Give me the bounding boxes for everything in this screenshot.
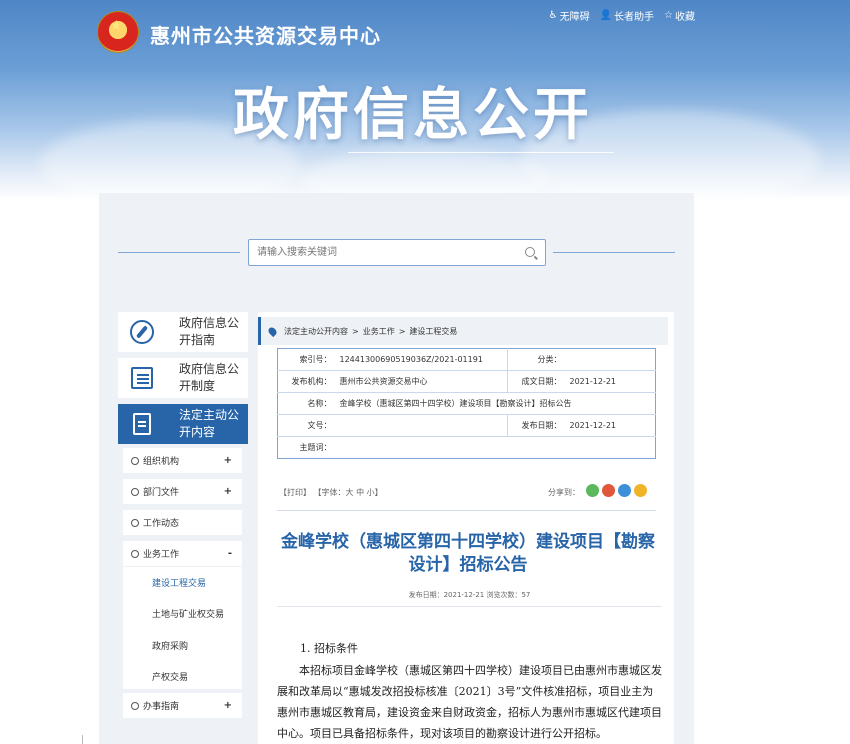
submenu-item-construction[interactable]: 建设工程交易 — [152, 576, 206, 589]
breadcrumb-separator: > — [352, 326, 359, 336]
list-icon — [131, 367, 153, 389]
expand-toggle[interactable]: + — [224, 455, 232, 466]
published-date-value: 2021-12-21 — [565, 414, 656, 437]
article-title: 金峰学校（惠城区第四十四学校）建设项目【勘察设计】招标公告 — [281, 532, 655, 575]
site-name[interactable]: 惠州市公共资源交易中心 — [150, 20, 381, 49]
published-date-label: 发布日期： — [507, 414, 566, 437]
print-button[interactable]: 【打印】 — [279, 488, 311, 497]
breadcrumb-item[interactable]: 法定主动公开内容 — [284, 326, 348, 337]
search-divider-right — [553, 252, 675, 253]
bullet-icon — [131, 487, 139, 496]
weibo-icon[interactable] — [602, 484, 615, 497]
nav-card-active-content[interactable]: 法定主动公开内容 — [118, 404, 248, 444]
bullet-icon — [131, 549, 139, 558]
index-label: 索引号： — [299, 355, 332, 364]
search-divider-left — [118, 252, 240, 253]
compass-icon — [130, 320, 154, 344]
page-title: 政府信息公开 — [233, 83, 593, 148]
breadcrumb-separator: > — [398, 326, 406, 336]
nav-card-label: 法定主动公开内容 — [179, 408, 240, 439]
divider — [277, 510, 656, 511]
section-heading: 1. 招标条件 — [300, 642, 358, 655]
qq-icon[interactable] — [618, 484, 631, 497]
menu-item-label: 组织机构 — [143, 457, 180, 467]
org-value: 惠州市公共资源交易中心 — [335, 370, 508, 393]
collapse-toggle[interactable]: - — [228, 548, 232, 559]
bullet-icon — [131, 701, 139, 710]
menu-item-label: 工作动态 — [143, 519, 180, 529]
accessibility-link[interactable]: ♿ 无障碍 — [549, 8, 590, 23]
submenu-item-land-mining[interactable]: 土地与矿业权交易 — [152, 607, 224, 620]
divider — [82, 735, 83, 744]
national-emblem-icon — [98, 12, 138, 52]
share-label: 分享到： — [548, 488, 580, 497]
docno-value — [335, 414, 508, 437]
elder-mode-link[interactable]: 👤 长者助手 — [600, 8, 654, 23]
top-links: ♿ 无障碍 👤 长者助手 ☆ 收藏 — [549, 8, 695, 23]
menu-item-business[interactable]: 业务工作 - — [123, 541, 242, 566]
font-size-selector[interactable]: 【字体：大 中 小】 — [314, 488, 383, 497]
expand-toggle[interactable]: + — [224, 700, 232, 711]
expand-toggle[interactable]: + — [224, 486, 232, 497]
menu-item-label: 办事指南 — [143, 702, 180, 712]
subject-label: 主题词： — [277, 436, 336, 459]
article-paragraph: 本招标项目金峰学校（惠城区第四十四学校）建设项目已由惠州市惠城区发展和改革局以“… — [277, 664, 662, 740]
qzone-icon[interactable] — [634, 484, 647, 497]
menu-item-work-news[interactable]: 工作动态 — [123, 510, 242, 535]
bullet-icon — [131, 456, 139, 465]
document-meta-table: 索引号： 12441300690519036Z/2021-01191 分类： 发… — [277, 348, 656, 459]
menu-item-department-files[interactable]: 部门文件 + — [123, 479, 242, 504]
org-label: 发布机构： — [277, 370, 336, 393]
bullet-icon — [131, 518, 139, 527]
search-input[interactable] — [249, 240, 509, 265]
category-label: 分类： — [507, 348, 566, 371]
subject-value — [335, 436, 656, 459]
nav-card-rules[interactable]: 政府信息公开制度 — [118, 358, 248, 398]
submenu-item-property[interactable]: 产权交易 — [152, 670, 188, 683]
bookmark-link[interactable]: ☆ 收藏 — [664, 8, 695, 23]
share-icons — [586, 484, 647, 497]
nav-card-label: 政府信息公开指南 — [179, 316, 240, 347]
nav-card-label: 政府信息公开制度 — [179, 362, 240, 393]
nav-card-guide[interactable]: 政府信息公开指南 — [118, 312, 248, 352]
article-date-line: 发布日期：2021-12-21 浏览次数：57 — [408, 591, 531, 599]
index-value: 12441300690519036Z/2021-01191 — [339, 355, 483, 364]
name-value: 金峰学校（惠城区第四十四学校）建设项目【勘察设计】招标公告 — [335, 392, 656, 415]
location-pin-icon — [266, 325, 279, 337]
docno-label: 文号： — [277, 414, 336, 437]
document-icon — [133, 413, 151, 435]
menu-item-label: 业务工作 — [143, 550, 180, 560]
name-label: 名称： — [277, 392, 336, 415]
search-box — [248, 239, 546, 266]
created-date-label: 成文日期： — [507, 370, 566, 393]
breadcrumb-item[interactable]: 业务工作 — [363, 326, 395, 337]
search-icon[interactable] — [525, 247, 535, 257]
title-divider — [348, 152, 614, 153]
article-tools: 【打印】 【字体：大 中 小】 — [279, 487, 383, 498]
created-date-value: 2021-12-21 — [565, 370, 656, 393]
category-value — [566, 349, 656, 371]
header-banner: 惠州市公共资源交易中心 ♿无障碍 👤长者助手 ☆收藏 政府信息公开 — [0, 0, 850, 200]
menu-item-organization[interactable]: 组织机构 + — [123, 448, 242, 473]
breadcrumb: 法定主动公开内容 > 业务工作 > 建设工程交易 — [258, 317, 668, 345]
menu-item-label: 部门文件 — [143, 488, 180, 498]
menu-item-service-guide[interactable]: 办事指南 + — [123, 693, 242, 718]
wechat-icon[interactable] — [586, 484, 599, 497]
submenu-item-procurement[interactable]: 政府采购 — [152, 639, 188, 652]
breadcrumb-item[interactable]: 建设工程交易 — [409, 326, 457, 337]
divider — [277, 606, 662, 607]
